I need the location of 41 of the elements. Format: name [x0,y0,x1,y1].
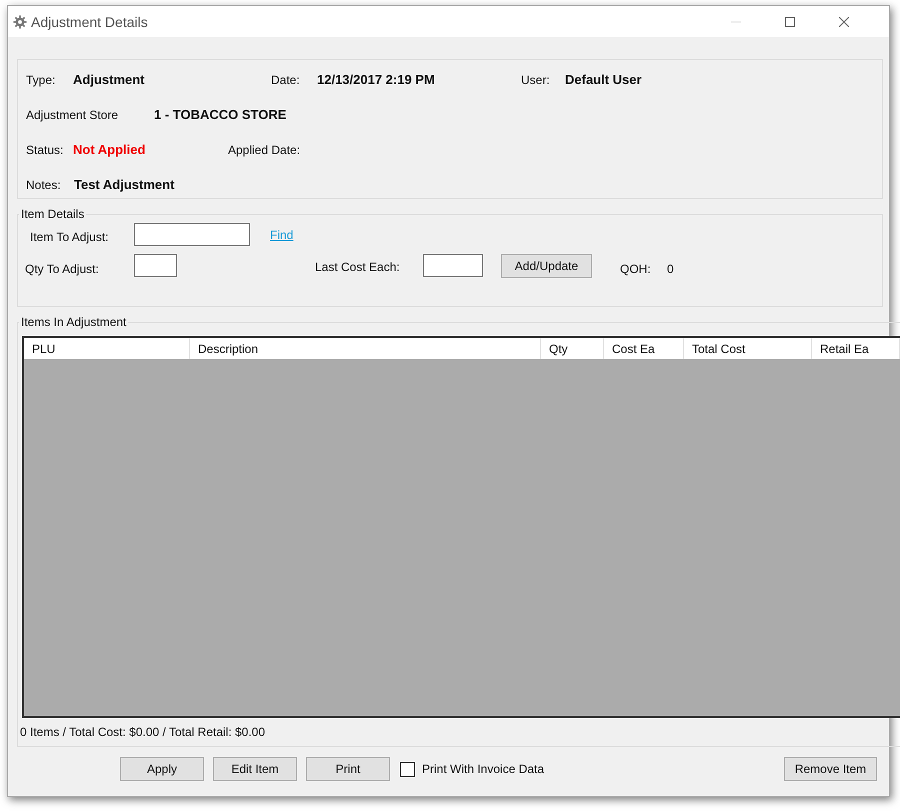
qty-input[interactable] [134,254,177,277]
close-icon[interactable] [839,16,849,26]
remove-item-button[interactable]: Remove Item [784,757,877,781]
window-title: Adjustment Details [31,14,148,30]
field-label: Status: [26,143,64,157]
field-label: Qty To Adjust: [25,262,99,276]
cost-input[interactable] [423,254,483,277]
field-label: QOH: [620,262,651,276]
item-input[interactable] [134,223,250,246]
field-value: Adjustment [73,72,144,87]
field-label: Last Cost Each: [315,260,400,274]
column-header[interactable]: Description [190,338,541,359]
action-button[interactable]: Print [306,757,390,781]
field-label: Applied Date: [228,143,300,157]
maximize-icon[interactable] [785,16,795,26]
column-header[interactable]: PLU [24,338,190,359]
field-label: Date: [271,73,300,87]
checkbox-label[interactable]: Print With Invoice Data [422,762,544,776]
field-value: Default User [565,72,642,87]
field-label: Type: [26,73,56,87]
column-header[interactable]: Qty [541,338,604,359]
qoh-value: 0 [667,262,674,276]
field-value: 12/13/2017 2:19 PM [317,72,435,87]
column-header[interactable]: Retail Ea [812,338,900,359]
column-header[interactable]: Total Cost [684,338,812,359]
group-legend: Item Details [19,207,86,221]
field-value: Not Applied [73,142,146,157]
field-label: Notes: [26,178,61,192]
action-button[interactable]: Apply [120,757,204,781]
field-value: Test Adjustment [74,177,174,192]
action-button[interactable]: Edit Item [213,757,297,781]
field-label: Adjustment Store [26,108,118,122]
add-update-button[interactable]: Add/Update [501,254,592,278]
field-label: User: [521,73,550,87]
group-legend: Items In Adjustment [19,315,128,329]
print-invoice-checkbox[interactable] [400,762,415,776]
column-header[interactable]: Cost Ea [604,338,684,359]
gear-icon [13,14,27,28]
field-label: Item To Adjust: [30,230,108,244]
field-value: 1 - TOBACCO STORE [154,107,286,122]
summary-text: 0 Items / Total Cost: $0.00 / Total Retail: $0.00 [20,725,266,739]
